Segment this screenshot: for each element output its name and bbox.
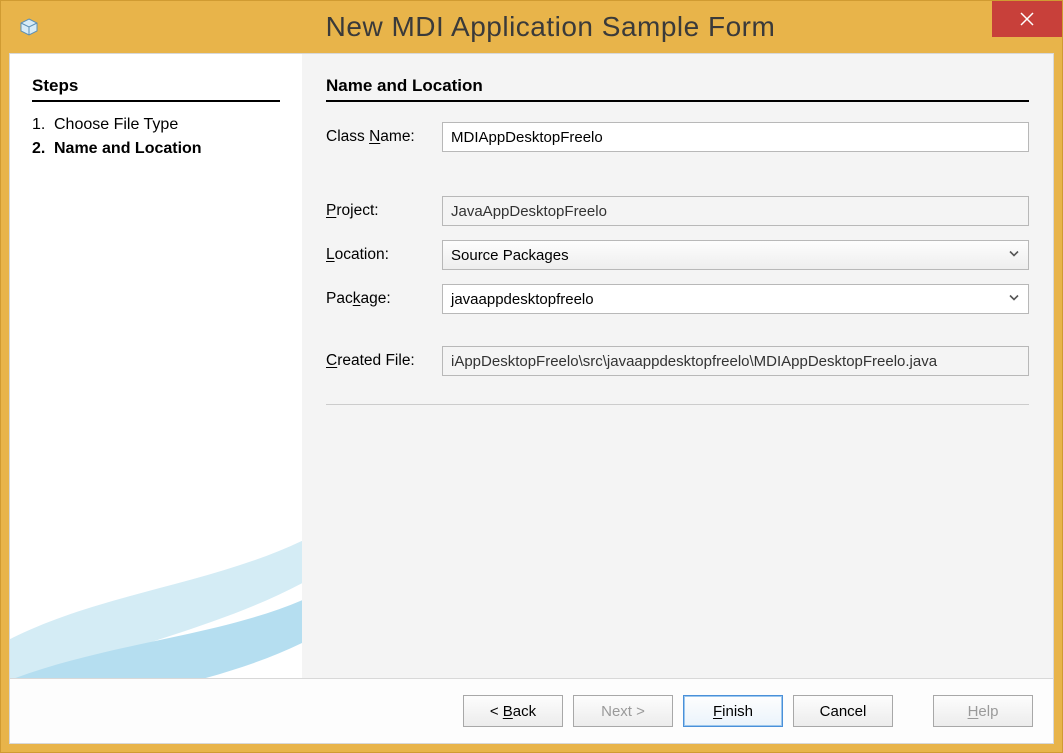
form-separator	[326, 404, 1029, 405]
label-class-name: Class Name:	[326, 128, 442, 146]
main-divider	[326, 100, 1029, 102]
footer: < Back Next > Finish Cancel Help	[10, 678, 1053, 743]
wizard-window: New MDI Application Sample Form Steps 1.…	[0, 0, 1063, 753]
client-area: Steps 1.Choose File Type 2.Name and Loca…	[9, 53, 1054, 744]
titlebar: New MDI Application Sample Form	[1, 1, 1062, 53]
steps-sidebar: Steps 1.Choose File Type 2.Name and Loca…	[10, 54, 302, 678]
row-location: Location: Source Packages	[326, 240, 1029, 270]
chevron-down-icon	[1008, 247, 1020, 264]
decorative-swoosh	[10, 478, 302, 678]
package-combo[interactable]: javaappdesktopfreelo	[442, 284, 1029, 314]
steps-list: 1.Choose File Type 2.Name and Location	[32, 116, 280, 158]
finish-button[interactable]: Finish	[683, 695, 783, 727]
label-created-file: Created File:	[326, 352, 442, 370]
steps-heading: Steps	[32, 76, 280, 96]
step-name-and-location: 2.Name and Location	[32, 140, 280, 158]
main-heading: Name and Location	[326, 76, 1029, 96]
chevron-down-icon	[1008, 291, 1020, 308]
row-created-file: Created File:	[326, 346, 1029, 376]
close-icon	[1019, 11, 1035, 27]
cancel-button[interactable]: Cancel	[793, 695, 893, 727]
next-button: Next >	[573, 695, 673, 727]
created-file-field	[442, 346, 1029, 376]
window-title: New MDI Application Sample Form	[39, 11, 1062, 43]
app-icon	[19, 17, 39, 37]
row-class-name: Class Name:	[326, 122, 1029, 152]
class-name-input[interactable]	[442, 122, 1029, 152]
label-location: Location:	[326, 246, 442, 264]
main-panel: Name and Location Class Name: Project: L…	[302, 54, 1053, 678]
label-project: Project:	[326, 202, 442, 220]
steps-divider	[32, 100, 280, 102]
close-button[interactable]	[992, 1, 1062, 37]
back-button[interactable]: < Back	[463, 695, 563, 727]
body: Steps 1.Choose File Type 2.Name and Loca…	[10, 54, 1053, 678]
location-combo[interactable]: Source Packages	[442, 240, 1029, 270]
label-package: Package:	[326, 290, 442, 308]
help-button: Help	[933, 695, 1033, 727]
row-package: Package: javaappdesktopfreelo	[326, 284, 1029, 314]
row-project: Project:	[326, 196, 1029, 226]
project-field	[442, 196, 1029, 226]
step-choose-file-type: 1.Choose File Type	[32, 116, 280, 134]
